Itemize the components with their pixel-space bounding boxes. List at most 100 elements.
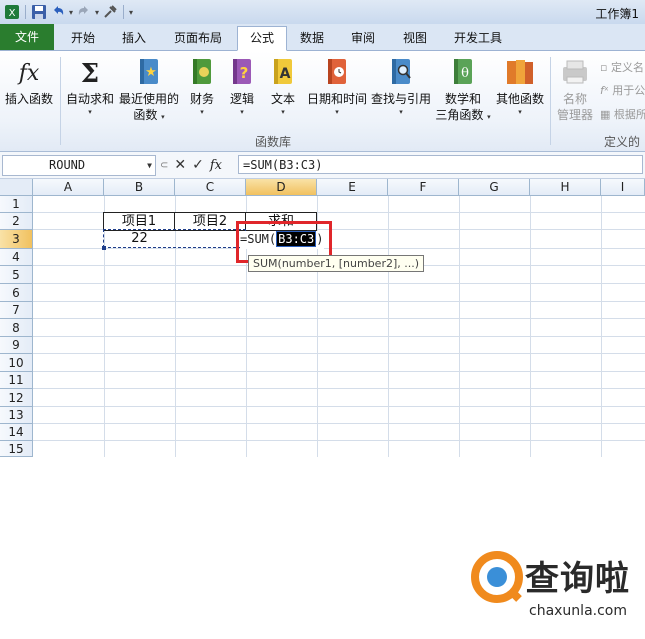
tab-file[interactable]: 文件 xyxy=(0,24,54,50)
column-header-c[interactable]: C xyxy=(175,179,246,196)
name-manager-button[interactable]: 名称 管理器 xyxy=(554,55,596,123)
recently-used-button[interactable]: ★ 最近使用的 函数 ▾ xyxy=(117,55,181,123)
row-header-8[interactable]: 8 xyxy=(0,319,33,337)
save-icon[interactable] xyxy=(31,4,47,20)
row-header-2[interactable]: 2 xyxy=(0,213,33,230)
gridline xyxy=(33,283,645,284)
svg-text:θ: θ xyxy=(461,66,469,81)
gridline xyxy=(33,248,645,249)
worksheet-grid[interactable]: A B C D E F G H I 1 2 3 4 5 6 7 8 9 10 1… xyxy=(0,179,645,619)
tab-review[interactable]: 审阅 xyxy=(340,27,386,49)
tab-insert[interactable]: 插入 xyxy=(111,27,157,49)
window-title: 工作簿1 xyxy=(595,7,639,21)
create-from-selection-button[interactable]: ▦ 根据所 xyxy=(600,106,645,122)
row-header-5[interactable]: 5 xyxy=(0,266,33,284)
column-header-d[interactable]: D xyxy=(246,179,317,196)
formula-controls: ⊂ ✕ ✓ fx xyxy=(160,156,222,174)
more-functions-button[interactable]: 其他函数 ▾ xyxy=(494,55,546,117)
column-header-e[interactable]: E xyxy=(317,179,388,196)
cancel-icon[interactable]: ✕ xyxy=(174,157,186,173)
row-header-7[interactable]: 7 xyxy=(0,302,33,319)
insert-function-button[interactable]: fx 插入函数 xyxy=(4,55,54,107)
column-header-g[interactable]: G xyxy=(459,179,530,196)
define-name-button[interactable]: ▫ 定义名 xyxy=(600,59,644,75)
book-star-icon: ★ xyxy=(132,55,166,89)
books-stack-icon xyxy=(503,55,537,89)
column-header-f[interactable]: F xyxy=(388,179,459,196)
insert-function-label: 插入函数 xyxy=(4,92,53,106)
copy-range-marquee xyxy=(103,229,246,248)
financial-button[interactable]: 财务 ▾ xyxy=(184,55,220,117)
use-in-formula-label: 用于公 xyxy=(612,84,645,97)
create-from-selection-label: 根据所 xyxy=(613,108,645,121)
fill-handle[interactable] xyxy=(102,246,106,250)
tab-view[interactable]: 视图 xyxy=(392,27,438,49)
row-header-13[interactable]: 13 xyxy=(0,407,33,424)
autosum-button[interactable]: Σ 自动求和 ▾ xyxy=(64,55,116,117)
dropdown-arrow-icon: ▾ xyxy=(518,108,522,116)
tab-formulas[interactable]: 公式 xyxy=(237,26,287,51)
name-box[interactable]: ROUND ▼ xyxy=(2,155,156,176)
ribbon-tabs: 文件 开始 插入 页面布局 公式 数据 审阅 视图 开发工具 xyxy=(0,24,645,51)
gridline xyxy=(459,196,460,457)
fx-icon: fx xyxy=(12,55,46,89)
define-name-label: 定义名 xyxy=(610,61,644,74)
dropdown-arrow-icon: ▾ xyxy=(399,108,403,116)
select-all-corner[interactable] xyxy=(0,179,33,196)
separator xyxy=(550,57,551,145)
undo-dropdown-icon[interactable]: ▾ xyxy=(69,8,73,17)
row-header-15[interactable]: 15 xyxy=(0,441,33,457)
tab-page-layout[interactable]: 页面布局 xyxy=(166,27,230,49)
tab-home[interactable]: 开始 xyxy=(60,27,106,49)
row-header-12[interactable]: 12 xyxy=(0,389,33,407)
redo-icon[interactable] xyxy=(76,4,92,20)
use-in-formula-button[interactable]: fˣ 用于公 xyxy=(600,82,645,98)
excel-icon[interactable]: X xyxy=(4,4,20,20)
function-tooltip[interactable]: SUM(number1, [number2], ...) xyxy=(248,255,425,272)
row-header-14[interactable]: 14 xyxy=(0,424,33,441)
gridline xyxy=(33,318,645,319)
expand-icon[interactable]: ⊂ xyxy=(160,160,168,171)
name-box-dropdown-icon[interactable]: ▼ xyxy=(147,156,152,175)
column-header-a[interactable]: A xyxy=(33,179,104,196)
customize-icon[interactable] xyxy=(102,4,118,20)
formula-bar: ROUND ▼ ⊂ ✕ ✓ fx =SUM(B3:C3) xyxy=(0,152,645,179)
formula-input[interactable]: =SUM(B3:C3) xyxy=(238,155,643,174)
math-trig-button[interactable]: θ 数学和 三角函数 ▾ xyxy=(434,55,492,123)
row-header-1[interactable]: 1 xyxy=(0,196,33,213)
qat-menu-icon[interactable]: ▾ xyxy=(129,8,133,17)
math-trig-label-1: 数学和 xyxy=(444,92,481,106)
lookup-button[interactable]: 查找与引用 ▾ xyxy=(369,55,433,117)
svg-text:X: X xyxy=(9,8,16,19)
text-button[interactable]: A 文本 ▾ xyxy=(265,55,301,117)
row-header-3[interactable]: 3 xyxy=(0,230,33,249)
row-header-6[interactable]: 6 xyxy=(0,284,33,302)
gridline xyxy=(33,423,645,424)
name-manager-label-2: 管理器 xyxy=(556,108,593,122)
logical-button[interactable]: ? 逻辑 ▾ xyxy=(224,55,260,117)
watermark-brand: 查询啦 xyxy=(525,559,630,599)
row-header-11[interactable]: 11 xyxy=(0,372,33,389)
tab-data[interactable]: 数据 xyxy=(290,27,334,49)
gridline xyxy=(33,440,645,441)
gridline xyxy=(33,406,645,407)
more-functions-label: 其他函数 xyxy=(495,92,544,106)
enter-icon[interactable]: ✓ xyxy=(192,157,204,173)
quick-access-toolbar: X ▾ ▾ ▾ xyxy=(4,3,133,21)
datetime-button[interactable]: 日期和时间 ▾ xyxy=(305,55,369,117)
function-library-group-label: 函数库 xyxy=(255,135,292,149)
tab-developer[interactable]: 开发工具 xyxy=(446,27,510,49)
row-header-4[interactable]: 4 xyxy=(0,249,33,266)
row-header-10[interactable]: 10 xyxy=(0,354,33,372)
column-header-h[interactable]: H xyxy=(530,179,601,196)
column-header-i[interactable]: I xyxy=(601,179,645,196)
row-header-9[interactable]: 9 xyxy=(0,337,33,354)
fx-icon[interactable]: fx xyxy=(210,158,222,173)
gridline xyxy=(33,353,645,354)
column-header-b[interactable]: B xyxy=(104,179,175,196)
dropdown-arrow-icon: ▾ xyxy=(281,108,285,116)
datetime-label: 日期和时间 xyxy=(306,92,367,106)
gridline xyxy=(33,371,645,372)
redo-dropdown-icon[interactable]: ▾ xyxy=(95,8,99,17)
undo-icon[interactable] xyxy=(50,4,66,20)
